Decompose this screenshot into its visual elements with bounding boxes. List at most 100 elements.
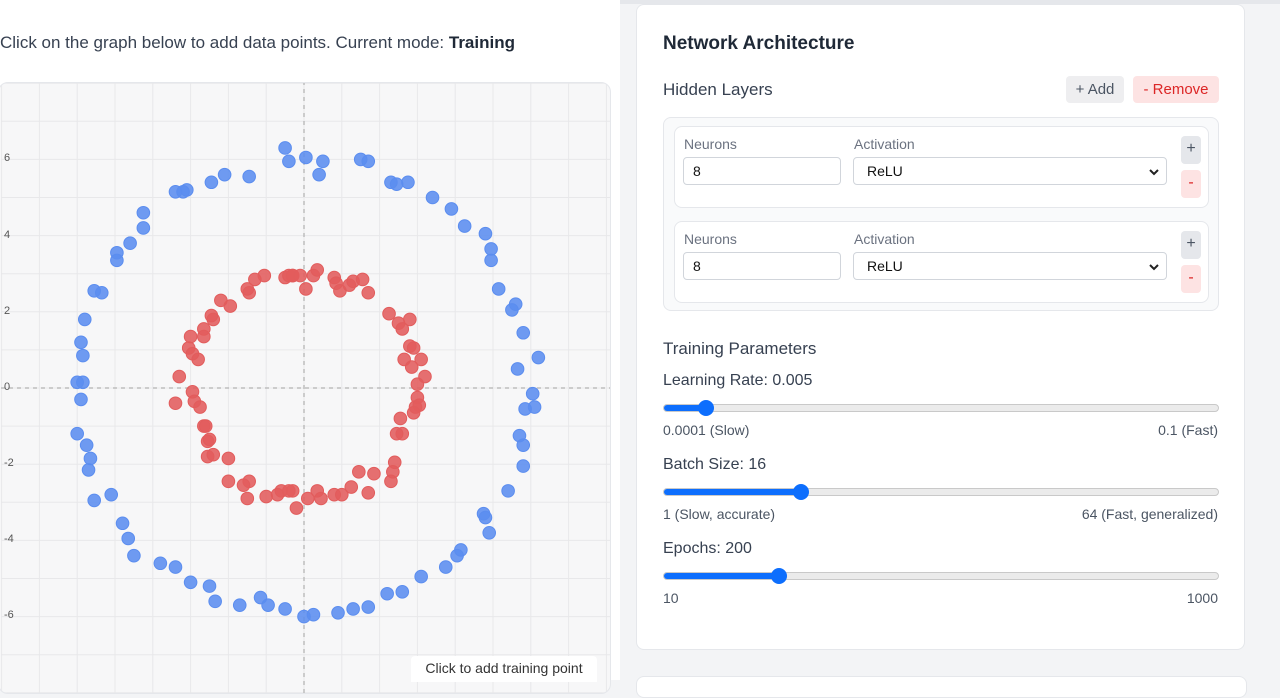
neurons-input[interactable]: [683, 157, 841, 185]
data-point-outer-class: [123, 236, 137, 251]
layer-card: Neurons Activation ReLU + -: [674, 221, 1209, 303]
slider-track: [663, 572, 1219, 580]
data-point-outer-class: [518, 402, 532, 416]
next-panel: [636, 676, 1247, 698]
data-point-outer-class: [444, 202, 459, 216]
data-point-inner-class: [206, 447, 221, 462]
data-point-outer-class: [278, 141, 292, 155]
data-point-inner-class: [406, 405, 421, 420]
data-point-outer-class: [510, 362, 525, 376]
data-point-outer-class: [74, 392, 88, 407]
data-point-inner-class: [299, 282, 313, 296]
data-point-inner-class: [361, 485, 376, 500]
data-point-inner-class: [310, 263, 325, 277]
data-point-outer-class: [401, 175, 415, 190]
layer-increase-button[interactable]: +: [1181, 231, 1201, 259]
data-point-outer-class: [76, 348, 90, 363]
activation-select[interactable]: ReLU: [853, 252, 1167, 280]
data-point-outer-class: [478, 226, 493, 241]
data-point-outer-class: [516, 325, 531, 340]
instruction-text: Click on the graph below to add data poi…: [0, 33, 515, 53]
batch-size-label: Batch Size: 16: [663, 456, 767, 473]
activation-value: ReLU: [867, 258, 903, 274]
data-point-inner-class: [344, 480, 359, 494]
data-point-outer-class: [501, 484, 515, 498]
data-point-outer-class: [136, 205, 151, 220]
data-point-inner-class: [204, 308, 219, 323]
batch-size-slider[interactable]: [663, 484, 1219, 500]
y-tick-label: 4: [4, 229, 11, 241]
data-point-inner-class: [270, 487, 285, 502]
layer-card: Neurons Activation ReLU + -: [674, 126, 1209, 208]
architecture-title: Network Architecture: [663, 33, 855, 54]
slider-thumb[interactable]: [792, 484, 809, 500]
data-point-inner-class: [403, 312, 417, 327]
data-point-inner-class: [240, 282, 255, 296]
slider-fill: [664, 489, 802, 495]
slider-fill: [664, 573, 780, 579]
activation-value: ReLU: [867, 163, 903, 179]
add-layer-button[interactable]: + Add: [1066, 76, 1124, 103]
data-point-outer-class: [414, 569, 428, 584]
data-point-inner-class: [183, 329, 198, 344]
epochs-slider[interactable]: [663, 568, 1219, 584]
data-point-inner-class: [384, 474, 398, 489]
activation-select[interactable]: ReLU: [853, 157, 1167, 185]
data-point-inner-class: [197, 329, 211, 344]
neurons-input[interactable]: [683, 252, 841, 280]
data-point-inner-class: [314, 491, 328, 506]
data-point-outer-class: [261, 598, 275, 612]
data-point-inner-class: [259, 489, 274, 504]
scatter-plot-area[interactable]: [0, 82, 611, 694]
data-point-outer-class: [115, 516, 130, 531]
remove-layer-button[interactable]: - Remove: [1133, 76, 1219, 103]
data-point-outer-class: [217, 167, 232, 182]
data-point-outer-class: [77, 312, 92, 327]
data-point-inner-class: [198, 419, 213, 433]
data-point-outer-class: [505, 303, 519, 317]
data-point-outer-class: [76, 375, 90, 390]
data-point-outer-class: [153, 556, 168, 571]
data-point-outer-class: [204, 175, 219, 190]
data-point-inner-class: [289, 501, 304, 515]
data-point-outer-class: [208, 594, 222, 609]
data-point-outer-class: [438, 560, 453, 574]
data-point-outer-class: [380, 586, 394, 601]
scatter-plot[interactable]: [1, 82, 611, 694]
data-point-outer-class: [457, 219, 472, 233]
learning-rate-slider[interactable]: [663, 400, 1219, 416]
layer-increase-button[interactable]: +: [1181, 136, 1201, 164]
data-point-outer-class: [242, 169, 256, 184]
data-point-inner-class: [236, 478, 251, 492]
data-point-outer-class: [516, 459, 531, 473]
slider-track: [663, 488, 1219, 496]
add-point-hint: Click to add training point: [411, 656, 597, 682]
slider-thumb[interactable]: [771, 568, 787, 584]
data-point-inner-class: [410, 377, 425, 391]
data-point-outer-class: [525, 386, 540, 401]
activation-label: Activation: [854, 231, 915, 247]
data-point-outer-class: [127, 548, 141, 563]
data-point-outer-class: [121, 531, 136, 546]
current-mode: Training: [448, 33, 515, 52]
data-point-inner-class: [367, 466, 381, 481]
learning-rate-label: Learning Rate: 0.005: [663, 372, 813, 389]
layer-decrease-button[interactable]: -: [1181, 265, 1201, 293]
data-point-outer-class: [425, 190, 440, 205]
data-point-outer-class: [482, 525, 497, 540]
data-point-inner-class: [285, 484, 300, 498]
learning-rate-max: 0.1 (Fast): [1158, 422, 1218, 438]
data-point-outer-class: [79, 438, 94, 452]
data-point-outer-class: [87, 493, 102, 508]
slider-thumb[interactable]: [698, 400, 715, 416]
left-panel: Click on the graph below to add data poi…: [0, 0, 620, 694]
y-tick-label: -4: [4, 533, 14, 545]
data-point-inner-class: [221, 474, 236, 489]
data-point-inner-class: [389, 426, 404, 441]
layer-decrease-button[interactable]: -: [1181, 170, 1201, 198]
data-point-inner-class: [214, 293, 228, 308]
data-point-inner-class: [393, 411, 408, 426]
data-point-outer-class: [316, 154, 330, 169]
data-point-inner-class: [193, 400, 207, 414]
data-point-outer-class: [136, 221, 151, 235]
